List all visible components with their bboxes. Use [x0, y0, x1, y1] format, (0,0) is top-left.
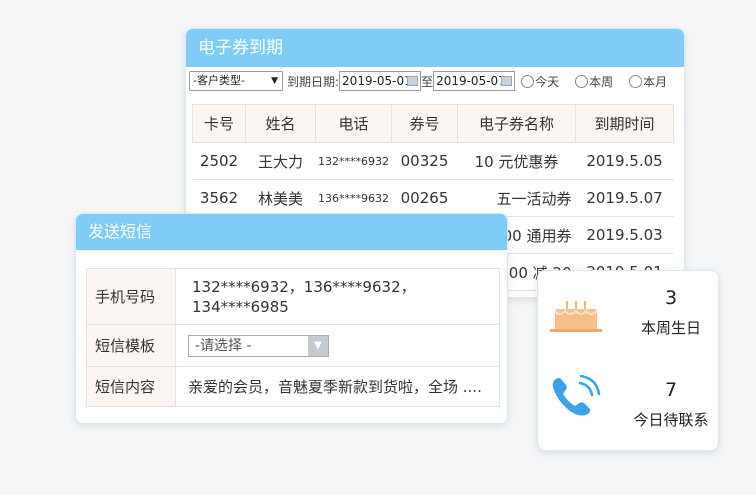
expiry-date-label: 到期日期: [287, 74, 340, 89]
table-header-row: 卡号 姓名 电话 券号 电子券名称 到期时间 [192, 104, 674, 143]
content-label: 短信内容 [86, 366, 176, 407]
sms-phone-row: 手机号码 132****6932，136****9632，134****6985 [86, 268, 500, 325]
column-header-name: 姓名 [245, 104, 316, 143]
cell-phone: 136****9632 [315, 179, 392, 217]
date-to-input[interactable]: 2019-05-07 [433, 71, 516, 91]
cell-expiry: 2019.5.05 [575, 142, 674, 180]
birthday-stat[interactable]: 3 本周生日 [538, 285, 718, 345]
cell-coupon-no: 00265 [391, 179, 458, 217]
cell-coupon-no: 00325 [391, 142, 458, 180]
birthday-count: 3 [664, 287, 678, 309]
calendar-icon[interactable] [407, 76, 419, 86]
phone-numbers-field[interactable]: 132****6932，136****9632，134****6985 [175, 268, 500, 325]
cell-coupon-name: 五一活动券 [457, 179, 576, 217]
cell-coupon-name: 10 元优惠券 [457, 142, 576, 180]
template-label: 短信模板 [86, 324, 176, 367]
sms-content-row: 短信内容 亲爱的会员，音魅夏季新款到货啦，全场 .... [86, 366, 500, 407]
contact-label: 今日待联系 [633, 411, 709, 429]
customer-type-select[interactable]: -客户类型- ▼ [189, 71, 283, 91]
column-header-coupon-name: 电子券名称 [457, 104, 576, 143]
radio-week[interactable]: 本周 [575, 73, 613, 90]
contact-count: 7 [664, 379, 678, 401]
contact-stat[interactable]: 7 今日待联系 [538, 375, 718, 437]
table-row[interactable]: 3562 林美美 136****9632 00265 五一活动券 2019.5.… [192, 179, 674, 217]
template-select[interactable]: -请选择 - ▼ [188, 334, 329, 357]
customer-type-value: -客户类型- [193, 74, 245, 87]
date-from-input[interactable]: 2019-05-01 [339, 71, 422, 91]
column-header-expiry: 到期时间 [575, 104, 674, 143]
radio-circle-icon[interactable] [629, 74, 643, 88]
cell-expiry: 2019.5.07 [575, 179, 674, 217]
send-sms-panel: 发送短信 手机号码 132****6932，136****9632，134***… [75, 213, 508, 424]
sms-panel-title: 发送短信 [76, 214, 507, 250]
table-row[interactable]: 2502 王大力 132****6932 00325 10 元优惠券 2019.… [192, 142, 674, 180]
calendar-icon[interactable] [501, 76, 513, 86]
stats-panel: 3 本周生日 7 今日待联系 [537, 270, 719, 451]
radio-month[interactable]: 本月 [629, 73, 667, 90]
date-from-value: 2019-05-01 [342, 74, 412, 88]
date-to-value: 2019-05-07 [436, 74, 506, 88]
radio-today[interactable]: 今天 [521, 73, 559, 90]
column-header-card-no: 卡号 [192, 104, 246, 143]
radio-circle-icon[interactable] [521, 74, 535, 88]
cell-phone: 132****6932 [315, 142, 392, 180]
cake-icon [550, 301, 602, 332]
chevron-down-icon: ▼ [271, 76, 278, 86]
column-header-coupon-no: 券号 [391, 104, 458, 143]
cell-name: 王大力 [245, 142, 316, 180]
phone-label: 手机号码 [86, 268, 176, 325]
radio-month-label: 本月 [643, 74, 668, 89]
content-field[interactable]: 亲爱的会员，音魅夏季新款到货啦，全场 .... [175, 366, 500, 407]
cell-card-no: 2502 [192, 142, 246, 180]
radio-today-label: 今天 [535, 74, 560, 89]
sms-form: 手机号码 132****6932，136****9632，134****6985… [86, 268, 500, 407]
cell-name: 林美美 [245, 179, 316, 217]
date-to-separator: 至 [421, 74, 434, 89]
cell-card-no: 3562 [192, 179, 246, 217]
column-header-phone: 电话 [315, 104, 392, 143]
phone-icon [552, 375, 601, 416]
chevron-down-icon[interactable]: ▼ [308, 335, 328, 356]
radio-week-label: 本周 [589, 74, 614, 89]
radio-circle-icon[interactable] [575, 74, 589, 88]
sms-template-row: 短信模板 -请选择 - ▼ [86, 324, 500, 367]
cell-expiry: 2019.5.03 [575, 216, 674, 254]
template-cell: -请选择 - ▼ [175, 324, 500, 367]
coupon-panel-title: 电子券到期 [186, 29, 684, 67]
coupon-filter-bar: -客户类型- ▼ 到期日期: 2019-05-01 至 2019-05-07 今… [186, 67, 684, 95]
template-select-value: -请选择 - [195, 337, 252, 354]
birthday-label: 本周生日 [640, 319, 701, 337]
